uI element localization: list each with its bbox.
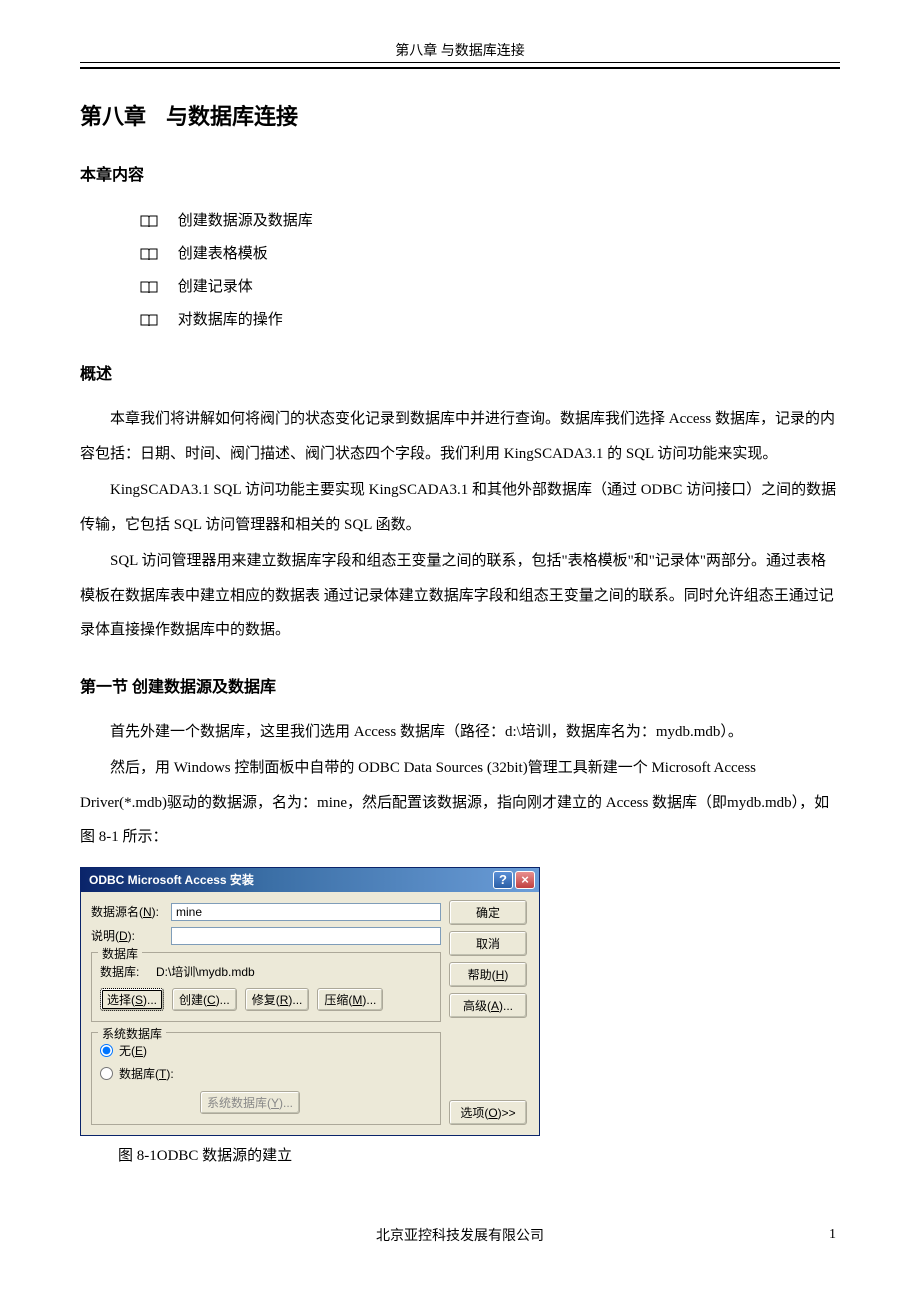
create-button[interactable]: 创建(C)... — [172, 988, 237, 1011]
radio-database-label: 数据库(T): — [119, 1065, 174, 1082]
desc-label: 说明(D): — [91, 927, 171, 944]
book-icon — [140, 281, 158, 294]
odbc-dialog: ODBC Microsoft Access 安装 ? × 数据源名(N): 说明… — [80, 867, 540, 1136]
figure-caption: 图 8-1ODBC 数据源的建立 — [80, 1136, 840, 1165]
toc-item: 创建数据源及数据库 — [140, 203, 840, 236]
toc-text: 创建表格模板 — [178, 246, 268, 262]
section1-paragraph: 然后，用 Windows 控制面板中自带的 ODBC Data Sources … — [80, 751, 840, 855]
overview-heading: 概述 — [80, 360, 840, 384]
dialog-title: ODBC Microsoft Access 安装 — [89, 871, 254, 888]
dsn-input[interactable] — [171, 903, 441, 921]
close-icon[interactable]: × — [515, 871, 535, 889]
select-button[interactable]: 选择(S)... — [100, 988, 164, 1011]
database-fieldset: 数据库 数据库: D:\培训\mydb.mdb 选择(S)... 创建(C)..… — [91, 952, 441, 1022]
odbc-dialog-figure: ODBC Microsoft Access 安装 ? × 数据源名(N): 说明… — [80, 867, 840, 1245]
database-legend: 数据库 — [98, 945, 142, 962]
toc-list: 创建数据源及数据库 创建表格模板 创建记录体 对数据库的操作 — [80, 203, 840, 335]
dialog-left-panel: 数据源名(N): 说明(D): 数据库 数据库: D:\培训\mydb.mdb … — [91, 900, 441, 1125]
toc-text: 创建数据源及数据库 — [178, 213, 313, 229]
toc-item: 创建表格模板 — [140, 236, 840, 269]
sysdb-legend: 系统数据库 — [98, 1025, 166, 1042]
db-button-row: 选择(S)... 创建(C)... 修复(R)... 压缩(M)... — [100, 988, 432, 1011]
db-path-value: D:\培训\mydb.mdb — [156, 963, 255, 980]
book-icon — [140, 248, 158, 261]
overview-paragraph: SQL 访问管理器用来建立数据库字段和组态王变量之间的联系，包括"表格模板"和"… — [80, 544, 840, 648]
section1-paragraph: 首先外建一个数据库，这里我们选用 Access 数据库（路径：d:\培训，数据库… — [80, 715, 840, 750]
dsn-label: 数据源名(N): — [91, 903, 171, 920]
help-icon[interactable]: ? — [493, 871, 513, 889]
toc-item: 对数据库的操作 — [140, 302, 840, 335]
overview-paragraph: 本章我们将讲解如何将阀门的状态变化记录到数据库中并进行查询。数据库我们选择 Ac… — [80, 402, 840, 471]
dialog-titlebar: ODBC Microsoft Access 安装 ? × — [81, 868, 539, 892]
sysdb-fieldset: 系统数据库 无(E) 数据库(T): 系统数据库(Y)... — [91, 1032, 441, 1125]
dialog-body: 数据源名(N): 说明(D): 数据库 数据库: D:\培训\mydb.mdb … — [81, 892, 539, 1135]
overview-paragraph: KingSCADA3.1 SQL 访问功能主要实现 KingSCADA3.1 和… — [80, 473, 840, 542]
section1-heading: 第一节 创建数据源及数据库 — [80, 673, 840, 697]
radio-none[interactable] — [100, 1044, 113, 1057]
compact-button[interactable]: 压缩(M)... — [317, 988, 383, 1011]
footer-company: 北京亚控科技发展有限公司 — [114, 1225, 806, 1245]
desc-row: 说明(D): — [91, 924, 441, 948]
cancel-button[interactable]: 取消 — [449, 931, 527, 956]
page-number: 1 — [806, 1227, 836, 1243]
ok-button[interactable]: 确定 — [449, 900, 527, 925]
toc-text: 创建记录体 — [178, 279, 253, 295]
book-icon — [140, 215, 158, 228]
page-footer: 北京亚控科技发展有限公司 1 — [80, 1225, 840, 1245]
book-icon — [140, 314, 158, 327]
repair-button[interactable]: 修复(R)... — [245, 988, 310, 1011]
radio-none-label: 无(E) — [119, 1042, 147, 1059]
sysdb-button: 系统数据库(Y)... — [200, 1091, 300, 1114]
desc-input[interactable] — [171, 927, 441, 945]
toc-text: 对数据库的操作 — [178, 312, 283, 328]
header-text: 第八章 与数据库连接 — [395, 44, 525, 59]
db-path-label: 数据库: — [100, 963, 156, 980]
toc-item: 创建记录体 — [140, 269, 840, 302]
radio-db-row: 数据库(T): — [100, 1062, 432, 1085]
help-button[interactable]: 帮助(H) — [449, 962, 527, 987]
options-button[interactable]: 选项(O)>> — [449, 1100, 527, 1125]
advanced-button[interactable]: 高级(A)... — [449, 993, 527, 1018]
page-header: 第八章 与数据库连接 — [80, 40, 840, 69]
db-path-row: 数据库: D:\培训\mydb.mdb — [100, 959, 432, 988]
sysdb-button-row: 系统数据库(Y)... — [100, 1085, 432, 1114]
titlebar-buttons: ? × — [493, 871, 535, 889]
dsn-row: 数据源名(N): — [91, 900, 441, 924]
toc-heading: 本章内容 — [80, 161, 840, 185]
radio-none-row: 无(E) — [100, 1039, 432, 1062]
chapter-title: 第八章与数据库连接 — [80, 99, 840, 131]
dialog-right-panel: 确定 取消 帮助(H) 高级(A)... 选项(O)>> — [449, 900, 529, 1125]
radio-database[interactable] — [100, 1067, 113, 1080]
